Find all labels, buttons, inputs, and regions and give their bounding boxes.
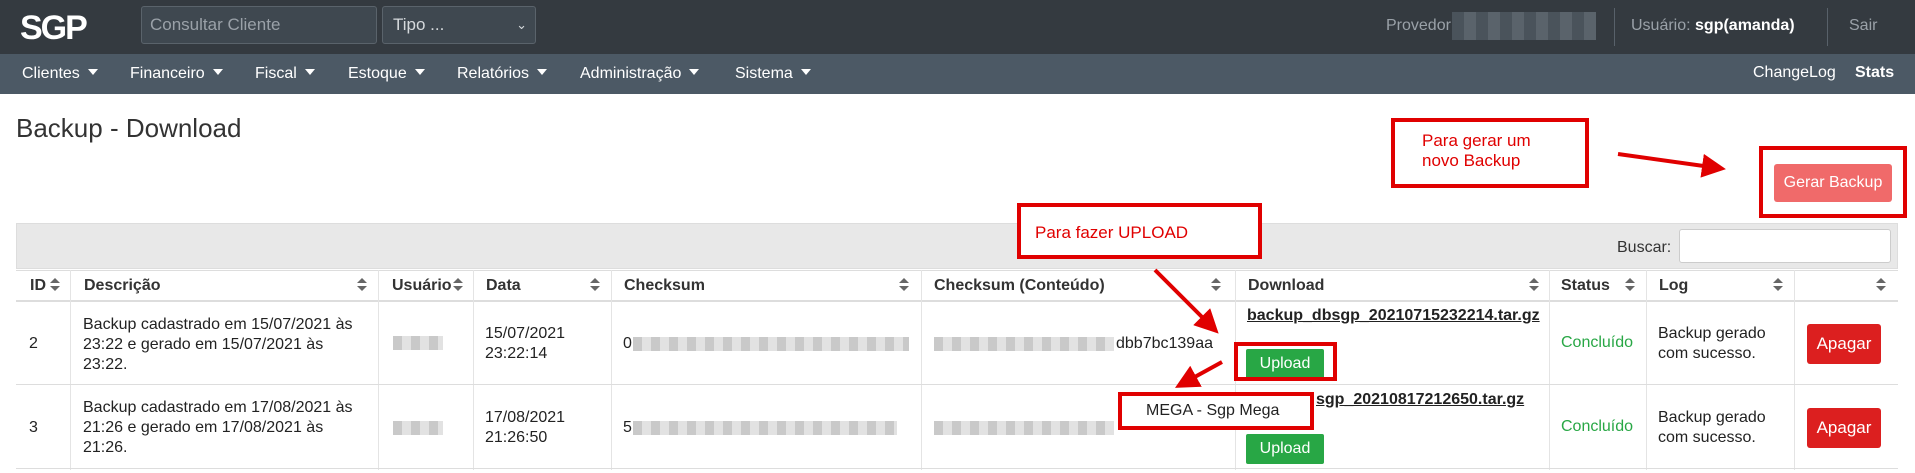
annotation-arrows	[1153, 152, 1726, 388]
arrow-to-gerar	[1617, 152, 1726, 178]
arrow-to-mega	[1174, 360, 1223, 388]
arrow-to-upload	[1153, 268, 1219, 334]
